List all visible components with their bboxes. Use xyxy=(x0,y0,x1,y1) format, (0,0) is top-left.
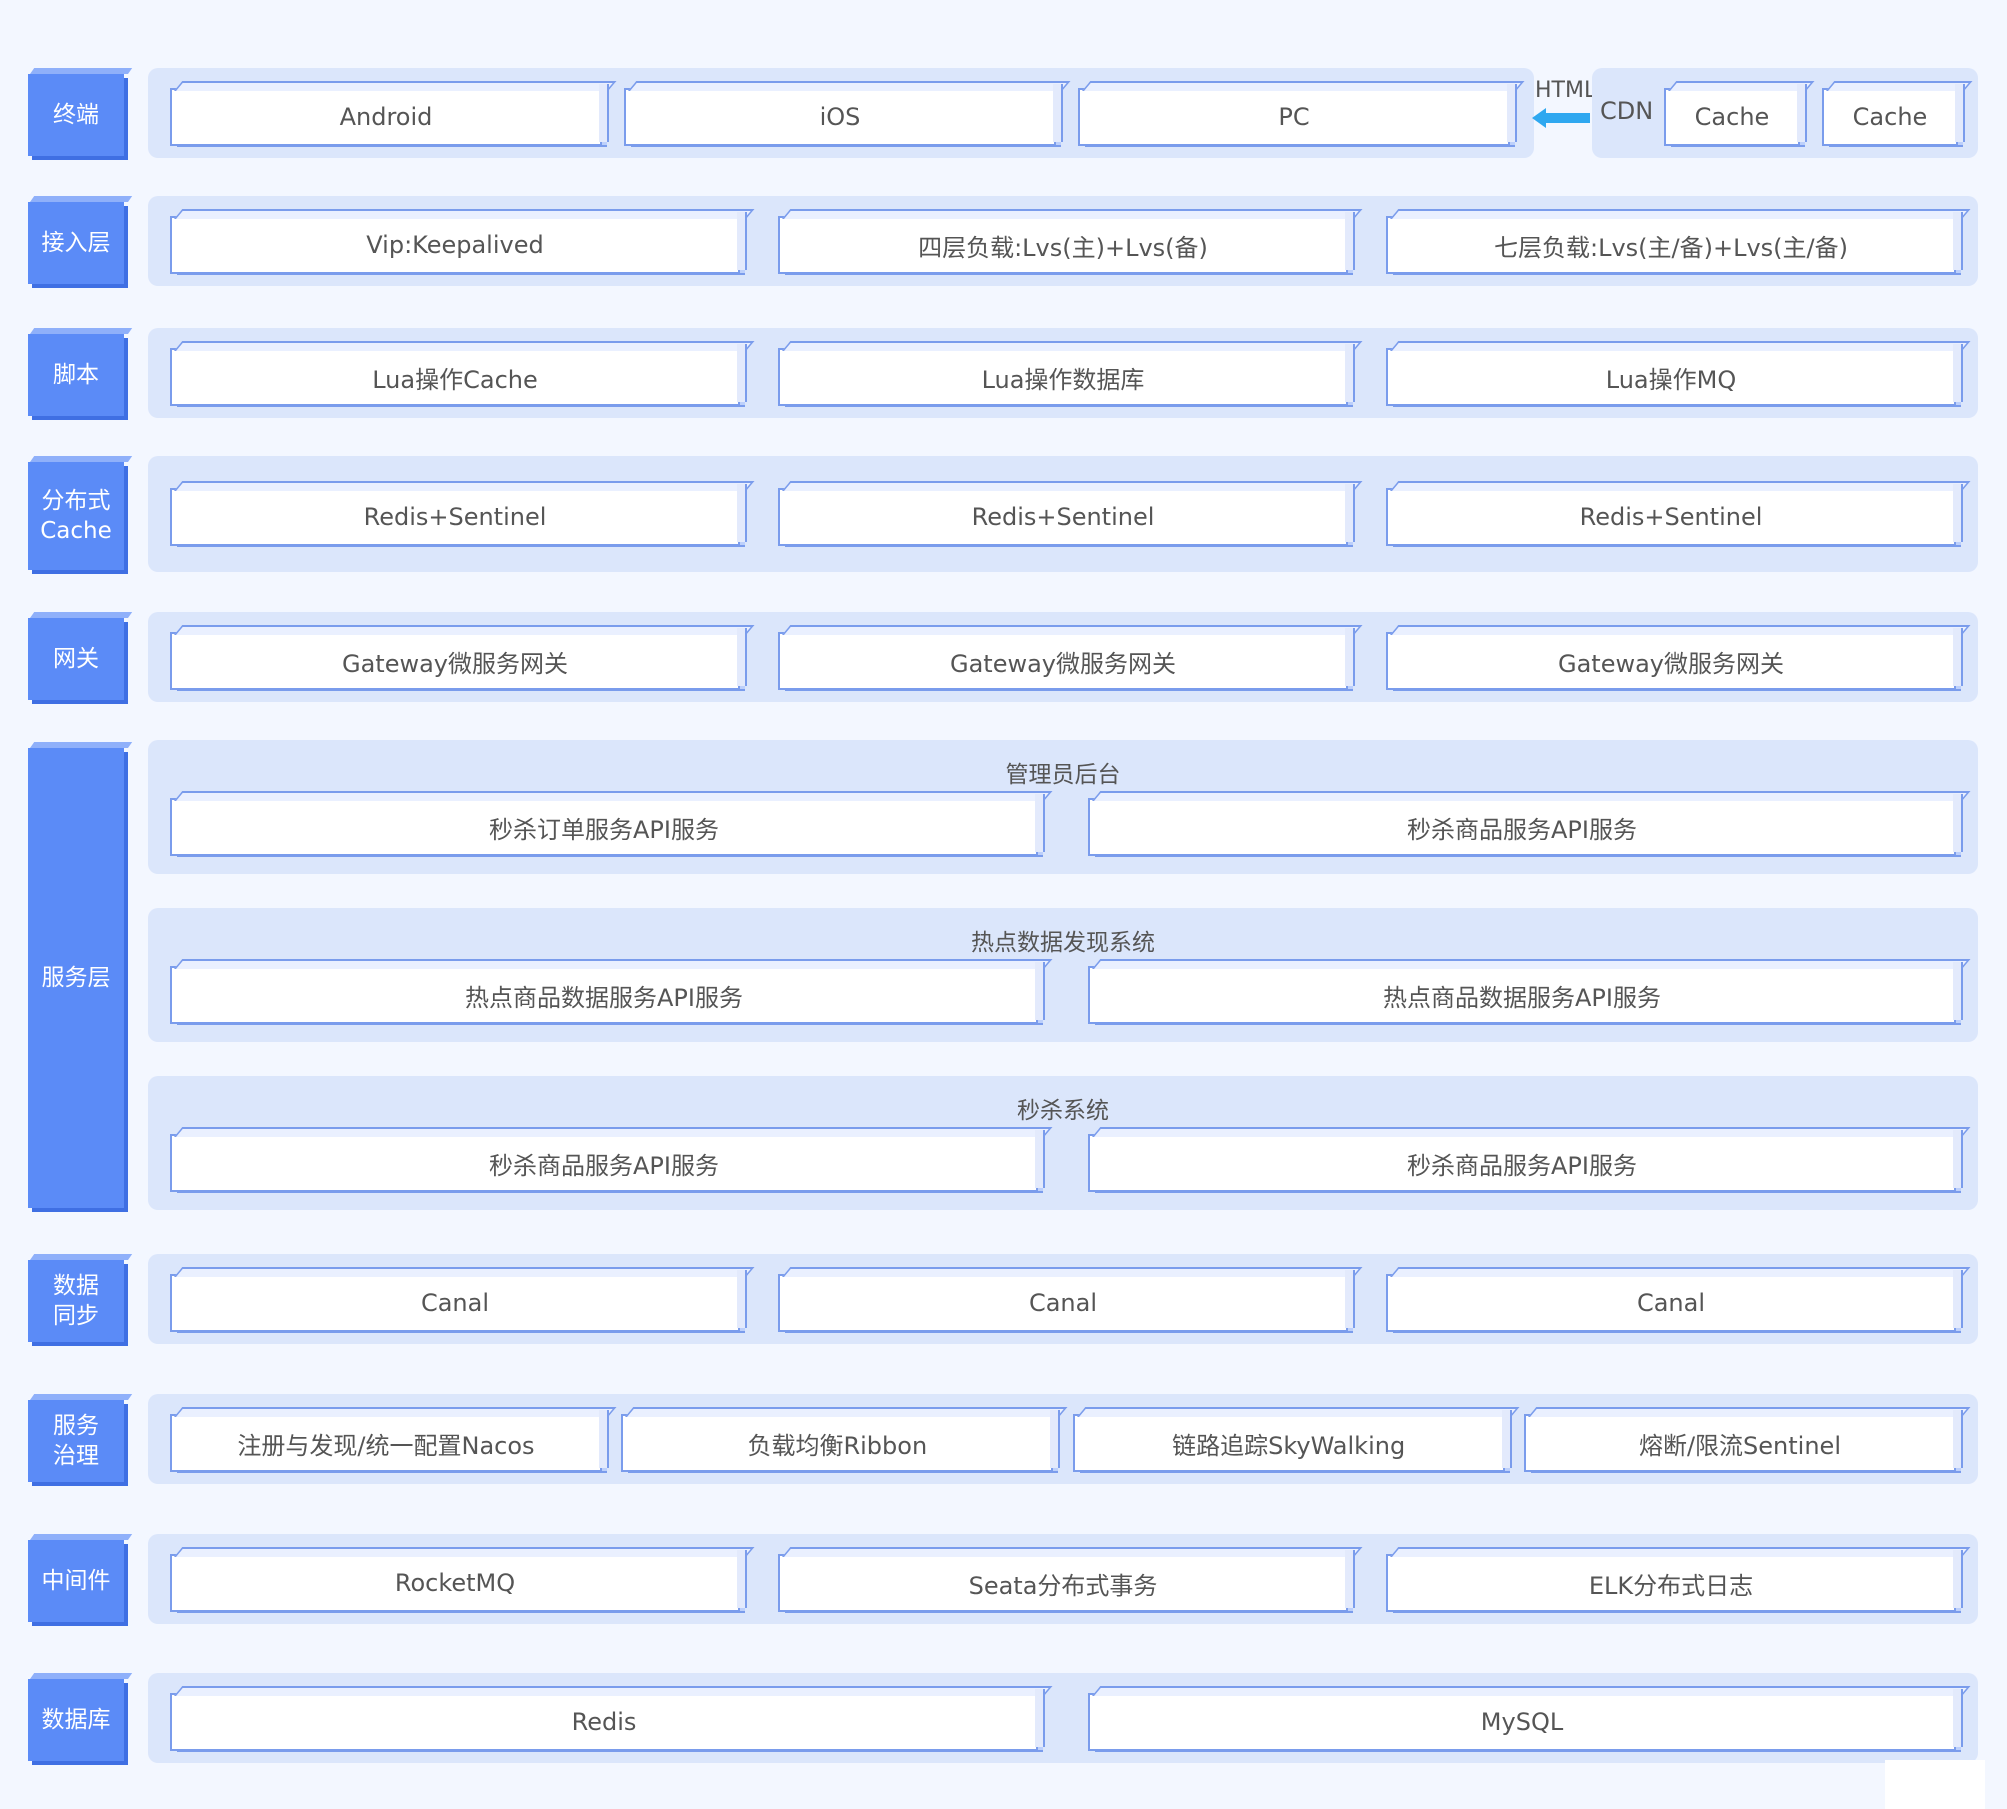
governance-box-nacos: 注册与发现/统一配置Nacos xyxy=(170,1410,609,1472)
service-seckill-box-2: 秒杀商品服务API服务 xyxy=(1088,1130,1963,1192)
cdn-cache-box-1: Cache xyxy=(1664,84,1807,146)
service-admin-box-1: 秒杀订单服务API服务 xyxy=(170,794,1045,856)
sync-box-3: Canal xyxy=(1386,1270,1963,1332)
layer-label-service: 服务层 xyxy=(28,748,124,1208)
arrow-left-icon xyxy=(1532,108,1590,128)
access-box-l7: 七层负载:Lvs(主/备)+Lvs(主/备) xyxy=(1386,212,1963,274)
layer-label-access: 接入层 xyxy=(28,202,124,284)
sync-box-1: Canal xyxy=(170,1270,747,1332)
cache-box-1: Redis+Sentinel xyxy=(170,484,747,546)
database-row: Redis MySQL xyxy=(170,1689,1963,1751)
governance-box-skywalking: 链路追踪SkyWalking xyxy=(1072,1410,1512,1472)
database-box-redis: Redis xyxy=(170,1689,1045,1751)
access-row: Vip:Keepalived 四层负载:Lvs(主)+Lvs(备) 七层负载:L… xyxy=(170,212,1963,274)
layer-label-governance: 服务治理 xyxy=(28,1400,124,1482)
gateway-box-3: Gateway微服务网关 xyxy=(1386,628,1963,690)
service-group-admin-row: 秒杀订单服务API服务 秒杀商品服务API服务 xyxy=(170,794,1963,856)
access-box-l4: 四层负载:Lvs(主)+Lvs(备) xyxy=(778,212,1355,274)
service-group-seckill-title: 秒杀系统 xyxy=(1017,1098,1109,1124)
service-group-admin-title: 管理员后台 xyxy=(1005,762,1121,788)
cache-row: Redis+Sentinel Redis+Sentinel Redis+Sent… xyxy=(170,484,1963,546)
sync-row: Canal Canal Canal xyxy=(170,1270,1963,1332)
terminal-box-ios: iOS xyxy=(624,84,1063,146)
script-box-db: Lua操作数据库 xyxy=(778,344,1355,406)
middleware-row: RocketMQ Seata分布式事务 ELK分布式日志 xyxy=(170,1550,1963,1612)
terminal-row: Android iOS PC xyxy=(170,84,1517,146)
corner-blank xyxy=(1885,1760,1985,1809)
script-box-mq: Lua操作MQ xyxy=(1386,344,1963,406)
layer-label-middleware: 中间件 xyxy=(28,1540,124,1622)
middleware-box-seata: Seata分布式事务 xyxy=(778,1550,1355,1612)
service-admin-box-2: 秒杀商品服务API服务 xyxy=(1088,794,1963,856)
layer-label-terminal: 终端 xyxy=(28,74,124,156)
gateway-row: Gateway微服务网关 Gateway微服务网关 Gateway微服务网关 xyxy=(170,628,1963,690)
cache-box-3: Redis+Sentinel xyxy=(1386,484,1963,546)
database-box-mysql: MySQL xyxy=(1088,1689,1963,1751)
html-label: HTML xyxy=(1535,78,1597,103)
service-group-hotspot-row: 热点商品数据服务API服务 热点商品数据服务API服务 xyxy=(170,962,1963,1024)
script-box-cache: Lua操作Cache xyxy=(170,344,747,406)
script-row: Lua操作Cache Lua操作数据库 Lua操作MQ xyxy=(170,344,1963,406)
gateway-box-2: Gateway微服务网关 xyxy=(778,628,1355,690)
layer-label-gateway: 网关 xyxy=(28,618,124,700)
cdn-cache-box-2: Cache xyxy=(1822,84,1965,146)
layer-label-database: 数据库 xyxy=(28,1679,124,1761)
service-hotspot-box-2: 热点商品数据服务API服务 xyxy=(1088,962,1963,1024)
layer-label-cache: 分布式Cache xyxy=(28,462,124,570)
layer-label-script: 脚本 xyxy=(28,334,124,416)
terminal-box-android: Android xyxy=(170,84,609,146)
terminal-box-pc: PC xyxy=(1078,84,1517,146)
governance-box-sentinel: 熔断/限流Sentinel xyxy=(1523,1410,1963,1472)
cdn-label: CDN xyxy=(1600,97,1654,125)
sync-box-2: Canal xyxy=(778,1270,1355,1332)
service-group-hotspot-title: 热点数据发现系统 xyxy=(971,930,1155,956)
service-hotspot-box-1: 热点商品数据服务API服务 xyxy=(170,962,1045,1024)
middleware-box-rocketmq: RocketMQ xyxy=(170,1550,747,1612)
cache-box-2: Redis+Sentinel xyxy=(778,484,1355,546)
middleware-box-elk: ELK分布式日志 xyxy=(1386,1550,1963,1612)
service-seckill-box-1: 秒杀商品服务API服务 xyxy=(170,1130,1045,1192)
service-group-seckill-row: 秒杀商品服务API服务 秒杀商品服务API服务 xyxy=(170,1130,1963,1192)
governance-row: 注册与发现/统一配置Nacos 负载均衡Ribbon 链路追踪SkyWalkin… xyxy=(170,1410,1963,1472)
layer-label-sync: 数据同步 xyxy=(28,1260,124,1342)
governance-box-ribbon: 负载均衡Ribbon xyxy=(621,1410,1061,1472)
gateway-box-1: Gateway微服务网关 xyxy=(170,628,747,690)
access-box-keepalived: Vip:Keepalived xyxy=(170,212,747,274)
